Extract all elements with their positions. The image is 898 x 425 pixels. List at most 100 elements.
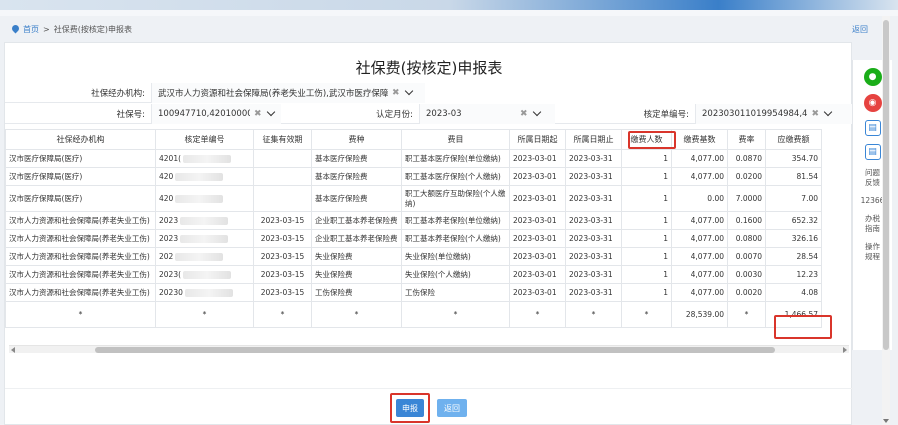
chevron-down-icon[interactable] bbox=[823, 107, 833, 117]
redacted-mask bbox=[184, 289, 233, 297]
cell-start: 2023-03-01 bbox=[509, 167, 566, 186]
table-header-row: 社保经办机构 核定单编号 征集有效期 费种 费目 所属日期起 所属日期止 缴费人… bbox=[5, 129, 822, 150]
cell-amount-text: 28.54 bbox=[796, 252, 818, 261]
cell-valid-text: 2023-03-15 bbox=[260, 252, 305, 261]
agency-row: 社保经办机构: 武汉市人力资源和社会保障局(养老失业工伤),武汉市医疗保障局 ✖ bbox=[5, 82, 425, 103]
cell-base: 4,077.00 bbox=[671, 265, 728, 284]
cell-base-text: 4,077.00 bbox=[690, 252, 724, 261]
scroll-left-icon[interactable] bbox=[11, 347, 15, 353]
table-total-row: * * * * * * * * 28,539.00 * 1,466.57 bbox=[5, 301, 822, 328]
table-row: 汉市医疗保障局(医疗) 420 基本医疗保险费 职工基本医疗保险(个人缴纳) 2023-… bbox=[5, 167, 822, 186]
cell-type: * bbox=[311, 301, 402, 328]
cell-code-text: 202 bbox=[159, 252, 174, 261]
cell-count-text: 1 bbox=[663, 252, 668, 261]
clear-icon[interactable]: ✖ bbox=[811, 109, 819, 119]
chevron-down-icon[interactable] bbox=[532, 107, 541, 117]
cell-type-text: 企业职工基本养老保险费 bbox=[315, 234, 398, 243]
cell-valid-text: * bbox=[280, 309, 285, 319]
cell-base-text: 4,077.00 bbox=[690, 288, 724, 297]
cell-rate: 7.0000 bbox=[727, 185, 766, 212]
table-row: 汉市人力资源和社会保障局(养老失业工伤) 202 2023-03-15 失业保险费 失业… bbox=[5, 247, 822, 266]
cell-amount-text: 7.00 bbox=[801, 193, 818, 203]
insured-select[interactable]: 100947710,4201000003 ✖ bbox=[151, 103, 281, 124]
scroll-thumb[interactable] bbox=[95, 347, 775, 353]
agency-value: 武汉市人力资源和社会保障局(养老失业工伤),武汉市医疗保障局 bbox=[158, 88, 388, 99]
cell-start-text: * bbox=[535, 309, 540, 319]
hotline-link[interactable]: 12366 bbox=[861, 196, 885, 206]
vertical-scrollbar[interactable] bbox=[882, 16, 890, 425]
col-header: 费种 bbox=[311, 129, 402, 150]
cell-amount: 28.54 bbox=[765, 247, 822, 266]
cell-type-text: * bbox=[354, 309, 359, 319]
guide-link[interactable]: 办税 指南 bbox=[865, 214, 880, 234]
cell-agency-text: 汉市医疗保障局(医疗) bbox=[9, 154, 83, 163]
app-icon[interactable]: ▤ bbox=[864, 120, 881, 136]
chevron-down-icon[interactable] bbox=[404, 86, 413, 96]
cell-type: 基本医疗保险费 bbox=[311, 185, 402, 212]
highlight-count-header bbox=[628, 131, 676, 149]
weibo-icon[interactable]: ◉ bbox=[863, 94, 882, 112]
cell-start-text: 2023-03-01 bbox=[513, 154, 557, 163]
month-select[interactable]: 2023-03 ✖ bbox=[419, 103, 555, 124]
cell-end-text: 2023-03-31 bbox=[569, 154, 613, 163]
cell-amount: 326.16 bbox=[765, 229, 822, 248]
top-back-link[interactable]: 返回 bbox=[852, 24, 868, 35]
highlight-total-amount bbox=[774, 315, 832, 339]
cell-item: 职工基本医疗保险(个人缴纳) bbox=[401, 167, 510, 186]
cell-start-text: 2023-03-01 bbox=[513, 252, 557, 261]
horizontal-scrollbar[interactable] bbox=[9, 345, 849, 353]
cell-start: 2023-03-01 bbox=[509, 283, 566, 302]
cell-base-text: 4,077.00 bbox=[690, 234, 724, 243]
cell-type: 企业职工基本养老保险费 bbox=[311, 211, 402, 230]
feedback-link[interactable]: 问题 反馈 bbox=[865, 168, 880, 188]
redacted-mask bbox=[180, 235, 229, 243]
chevron-down-icon[interactable] bbox=[266, 107, 275, 117]
cell-type-text: 基本医疗保险费 bbox=[315, 193, 368, 203]
table-row: 汉市人力资源和社会保障局(养老失业工伤) 2023 2023-03-15 企业职工基本… bbox=[5, 211, 822, 230]
cell-agency: 汉市医疗保障局(医疗) bbox=[5, 167, 156, 186]
cell-end-text: * bbox=[591, 309, 596, 319]
cell-start: 2023-03-01 bbox=[509, 185, 566, 212]
vertical-scroll-thumb[interactable] bbox=[883, 20, 889, 350]
cell-valid bbox=[253, 167, 312, 186]
scroll-down-icon[interactable] bbox=[883, 419, 889, 423]
redacted-mask bbox=[175, 194, 224, 203]
cell-start-text: 2023-03-01 bbox=[513, 216, 557, 225]
cell-item-text: 工伤保险 bbox=[405, 288, 435, 297]
wechat-icon[interactable]: ● bbox=[863, 68, 882, 86]
breadcrumb: 首页 > 社保费(按核定)申报表 bbox=[12, 24, 132, 35]
cell-end: * bbox=[565, 301, 622, 328]
cell-code-text: 2023( bbox=[159, 270, 182, 279]
cell-agency: * bbox=[5, 301, 156, 328]
cell-code: 2023 bbox=[155, 229, 254, 248]
clear-icon[interactable]: ✖ bbox=[520, 109, 528, 119]
back-button[interactable]: 返回 bbox=[437, 399, 467, 417]
cell-valid bbox=[253, 149, 312, 168]
breadcrumb-home-link[interactable]: 首页 bbox=[23, 24, 39, 35]
clear-icon[interactable]: ✖ bbox=[254, 109, 262, 119]
cell-amount-text: 652.32 bbox=[791, 216, 818, 225]
cell-rate: * bbox=[727, 301, 766, 328]
cell-code-text: 420 bbox=[159, 193, 174, 203]
table-row: 汉市人力资源和社会保障局(养老失业工伤) 20230 2023-03-15 工伤保险费… bbox=[5, 283, 822, 302]
approval-select[interactable]: 202303011019954984,4 ✖ bbox=[695, 103, 853, 124]
cell-base-text: 4,077.00 bbox=[690, 172, 724, 181]
cell-amount: 4.08 bbox=[765, 283, 822, 302]
col-header: 征集有效期 bbox=[253, 129, 312, 150]
cell-count-text: 1 bbox=[663, 234, 668, 243]
cell-code-text: 2023 bbox=[159, 234, 179, 243]
clear-icon[interactable]: ✖ bbox=[392, 88, 400, 98]
cell-type-text: 失业保险费 bbox=[315, 252, 353, 261]
agency-select[interactable]: 武汉市人力资源和社会保障局(养老失业工伤),武汉市医疗保障局 ✖ bbox=[151, 82, 425, 103]
cell-agency-text: 汉市人力资源和社会保障局(养老失业工伤) bbox=[9, 216, 150, 225]
cell-type-text: 企业职工基本养老保险费 bbox=[315, 216, 398, 225]
cell-start: 2023-03-01 bbox=[509, 229, 566, 248]
scroll-right-icon[interactable] bbox=[843, 347, 847, 353]
mini-app-icon[interactable]: ▤ bbox=[864, 144, 881, 160]
cell-code: 202 bbox=[155, 247, 254, 266]
cell-valid: 2023-03-15 bbox=[253, 247, 312, 266]
cell-valid: 2023-03-15 bbox=[253, 211, 312, 230]
cell-start: 2023-03-01 bbox=[509, 265, 566, 284]
ops-link[interactable]: 操作 规程 bbox=[865, 242, 880, 262]
cell-amount-text: 81.54 bbox=[796, 172, 818, 181]
